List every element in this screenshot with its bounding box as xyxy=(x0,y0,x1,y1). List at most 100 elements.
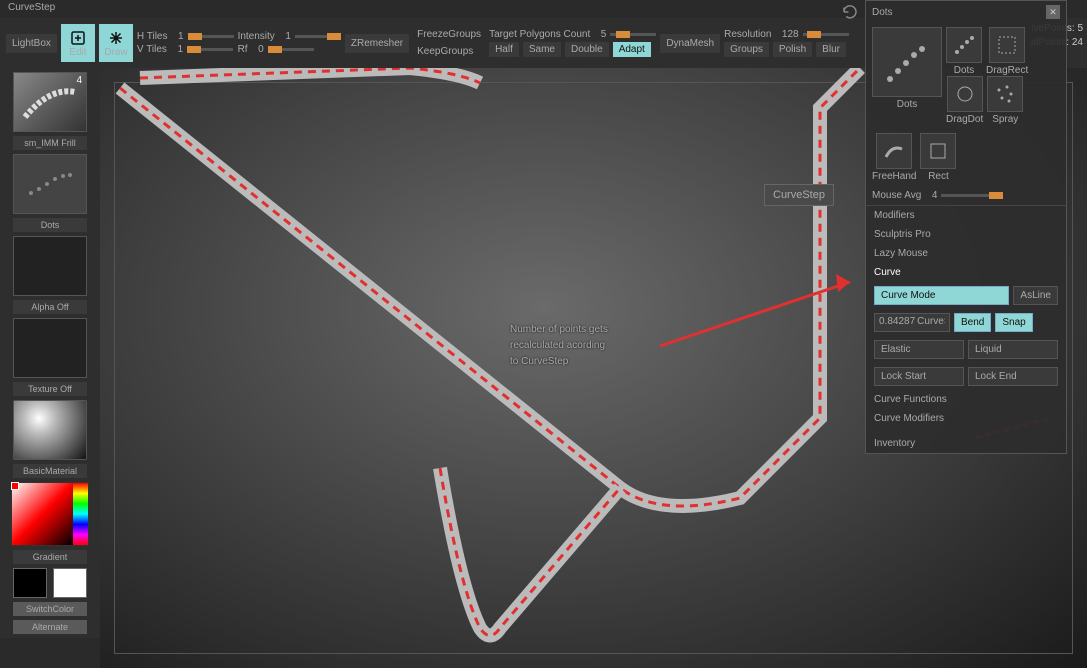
intensity-value: 1 xyxy=(285,31,291,42)
stroke-spray-btn[interactable] xyxy=(987,76,1023,112)
modifiers-section[interactable]: Modifiers xyxy=(866,206,1066,225)
brush-value: 4 xyxy=(76,75,82,86)
mouse-avg-slider[interactable]: Mouse Avg 4 xyxy=(872,190,1060,201)
color-swatches[interactable] xyxy=(13,568,87,598)
stroke-dragrect-btn[interactable] xyxy=(989,27,1025,63)
stroke-dots-btn[interactable] xyxy=(946,27,982,63)
intensity-slider[interactable]: Intensity 1 xyxy=(238,31,341,42)
swatch-black[interactable] xyxy=(13,568,47,598)
dots-icon xyxy=(952,33,976,57)
switch-color-button[interactable]: SwitchColor xyxy=(13,602,87,616)
annotation-line2: recalculated acording xyxy=(510,338,608,354)
asline-button[interactable]: AsLine xyxy=(1013,286,1058,305)
app-title: CurveStep xyxy=(8,2,55,13)
swatch-white[interactable] xyxy=(53,568,87,598)
sculptris-section[interactable]: Sculptris Pro xyxy=(866,225,1066,244)
freehand-label: FreeHand xyxy=(872,171,916,182)
adapt-button[interactable]: Adapt xyxy=(613,42,651,57)
resolution-slider[interactable]: Resolution 128 xyxy=(724,29,848,40)
dots-icon xyxy=(25,169,75,199)
annotation-line3: to CurveStep xyxy=(510,354,608,370)
intensity-label: Intensity xyxy=(238,31,275,42)
edit-button[interactable]: Edit xyxy=(61,24,95,62)
stroke-freehand-btn[interactable] xyxy=(876,133,912,169)
curvestep-input[interactable]: 0.84287 CurveStep xyxy=(874,313,950,332)
stroke-thumb[interactable] xyxy=(13,154,87,214)
material-label: BasicMaterial xyxy=(13,464,87,478)
dragdot-label: DragDot xyxy=(946,114,983,125)
color-picker[interactable] xyxy=(11,482,89,546)
snap-button[interactable]: Snap xyxy=(995,313,1032,332)
active-value: 5 xyxy=(1077,23,1083,34)
rect-label: Rect xyxy=(928,171,949,182)
dragrect-label: DragRect xyxy=(986,65,1028,76)
target-label: Target Polygons Count xyxy=(489,29,590,40)
dots-sm-label: Dots xyxy=(954,65,975,76)
curvestep-value: 0.84287 xyxy=(879,316,915,329)
lockend-button[interactable]: Lock End xyxy=(968,367,1058,386)
liquid-button[interactable]: Liquid xyxy=(968,340,1058,359)
spray-icon xyxy=(993,82,1017,106)
brush-thumb[interactable]: 4 xyxy=(13,72,87,132)
stroke-panel[interactable]: Dots ✕ Dots Dots DragRect DragDot Spray … xyxy=(865,0,1067,454)
vtiles-slider[interactable]: V Tiles 1 xyxy=(137,44,234,55)
double-button[interactable]: Double xyxy=(565,42,609,57)
gradient-label: Gradient xyxy=(13,550,87,564)
polish-button[interactable]: Polish xyxy=(773,42,812,57)
annotation-line1: Number of points gets xyxy=(510,322,608,338)
left-panel: 4 sm_IMM Frill Dots Alpha Off Texture Of… xyxy=(0,68,100,638)
panel-title: Dots xyxy=(872,7,893,18)
rect-icon xyxy=(926,139,950,163)
vtiles-value: 1 xyxy=(177,44,183,55)
mouseavg-value: 4 xyxy=(932,190,938,201)
inventory-section[interactable]: Inventory xyxy=(866,434,1066,453)
bend-button[interactable]: Bend xyxy=(954,313,991,332)
htiles-value: 1 xyxy=(178,31,184,42)
frill-icon xyxy=(20,82,80,122)
curvestep-tooltip: CurveStep xyxy=(764,184,834,206)
curve-section[interactable]: Curve xyxy=(866,263,1066,282)
draw-icon xyxy=(107,29,125,47)
htiles-slider[interactable]: H Tiles 1 xyxy=(137,31,234,42)
mouseavg-label: Mouse Avg xyxy=(872,190,921,201)
material-thumb[interactable] xyxy=(13,400,87,460)
rf-label: Rf xyxy=(238,44,248,55)
dragdot-icon xyxy=(953,82,977,106)
panel-close-icon[interactable]: ✕ xyxy=(1046,5,1060,19)
zremesher-button[interactable]: ZRemesher xyxy=(345,34,409,53)
curve-functions-section[interactable]: Curve Functions xyxy=(866,390,1066,409)
alternate-button[interactable]: Alternate xyxy=(13,620,87,634)
freeze-groups-button[interactable]: FreezeGroups xyxy=(413,27,485,42)
keep-groups-button[interactable]: KeepGroups xyxy=(413,44,485,59)
lazymouse-section[interactable]: Lazy Mouse xyxy=(866,244,1066,263)
stroke-dragdot-btn[interactable] xyxy=(947,76,983,112)
curvestep-label: CurveStep xyxy=(917,316,945,329)
rf-slider[interactable]: Rf 0 xyxy=(238,44,341,55)
curve-mode-button[interactable]: Curve Mode xyxy=(874,286,1009,305)
lockstart-button[interactable]: Lock Start xyxy=(874,367,964,386)
vtiles-label: V Tiles xyxy=(137,44,167,55)
elastic-button[interactable]: Elastic xyxy=(874,340,964,359)
target-poly-slider[interactable]: Target Polygons Count 5 xyxy=(489,29,656,40)
half-button[interactable]: Half xyxy=(489,42,519,57)
blur-button[interactable]: Blur xyxy=(816,42,846,57)
curve-modifiers-section[interactable]: Curve Modifiers xyxy=(866,409,1066,428)
spray-label: Spray xyxy=(992,114,1018,125)
lightbox-button[interactable]: LightBox xyxy=(6,34,57,53)
alpha-thumb[interactable] xyxy=(13,236,87,296)
texture-label: Texture Off xyxy=(13,382,87,396)
texture-thumb[interactable] xyxy=(13,318,87,378)
draw-button[interactable]: Draw xyxy=(99,24,133,62)
same-button[interactable]: Same xyxy=(523,42,561,57)
draw-label: Draw xyxy=(104,47,127,58)
dragrect-icon xyxy=(995,33,1019,57)
reload-icon[interactable] xyxy=(841,3,859,21)
freehand-icon xyxy=(882,139,906,163)
dynamesh-button[interactable]: DynaMesh xyxy=(660,34,720,53)
stroke-dots-big[interactable] xyxy=(872,27,942,97)
target-value: 5 xyxy=(601,29,607,40)
res-value: 128 xyxy=(782,29,799,40)
dots-label: Dots xyxy=(897,99,918,110)
stroke-rect-btn[interactable] xyxy=(920,133,956,169)
groups-button[interactable]: Groups xyxy=(724,42,769,57)
